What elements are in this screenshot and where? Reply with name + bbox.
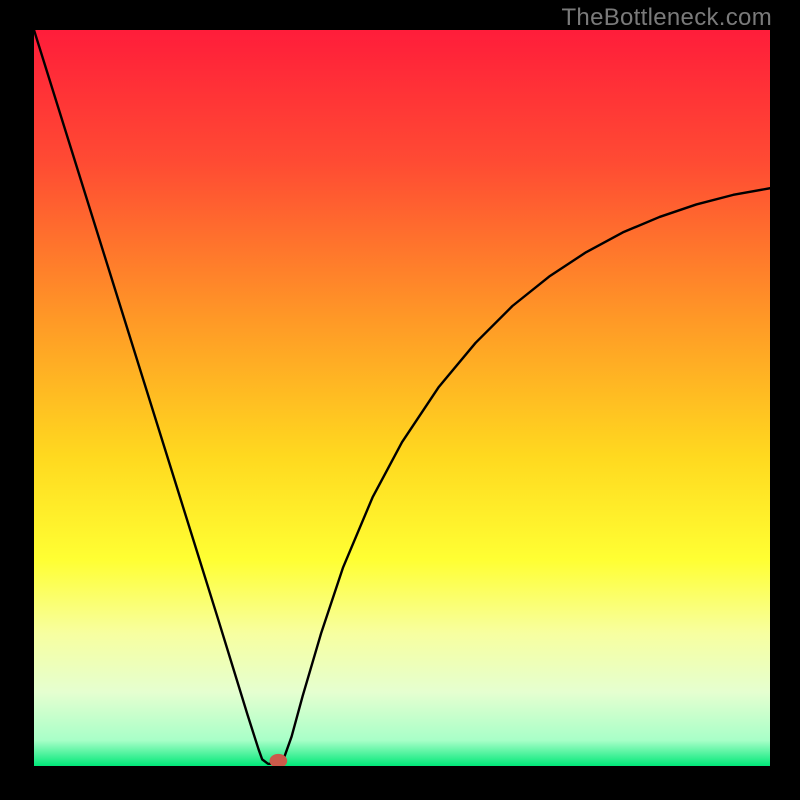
plot-area <box>34 30 770 766</box>
chart-frame: TheBottleneck.com <box>0 0 800 800</box>
chart-svg <box>34 30 770 766</box>
watermark-text: TheBottleneck.com <box>561 4 772 32</box>
gradient-background <box>34 30 770 766</box>
